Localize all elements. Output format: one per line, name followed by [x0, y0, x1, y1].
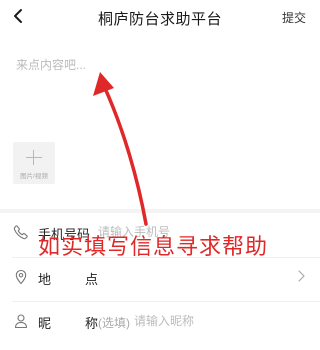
- user-icon: [14, 314, 28, 329]
- annotation-text: 如实填写信息寻求帮助: [38, 234, 269, 259]
- location-row[interactable]: 地 点: [0, 258, 320, 302]
- nickname-label: 昵 称: [38, 313, 98, 332]
- content-section: 图片/视频: [0, 34, 320, 209]
- add-media-button[interactable]: 图片/视频: [13, 142, 55, 184]
- plus-icon: [26, 157, 42, 158]
- nickname-label-left: 昵: [38, 316, 52, 331]
- location-label-right: 点: [84, 272, 98, 287]
- location-label-left: 地: [38, 272, 52, 287]
- page-title: 桐庐防台求助平台: [97, 11, 222, 28]
- chevron-right-icon: [298, 270, 305, 282]
- nickname-row[interactable]: 昵 称 (选填): [0, 302, 320, 342]
- content-textarea[interactable]: [16, 56, 306, 146]
- add-media-label: 图片/视频: [20, 173, 48, 180]
- location-pin-icon: [15, 269, 27, 285]
- nickname-input[interactable]: [134, 311, 204, 331]
- location-label: 地 点: [38, 269, 98, 288]
- submit-button[interactable]: 提交: [282, 9, 306, 26]
- nickname-label-right: 称: [84, 316, 98, 331]
- top-nav-bar: 桐庐防台求助平台 提交: [0, 0, 320, 34]
- optional-tag: (选填): [98, 316, 130, 330]
- phone-icon: [13, 225, 28, 240]
